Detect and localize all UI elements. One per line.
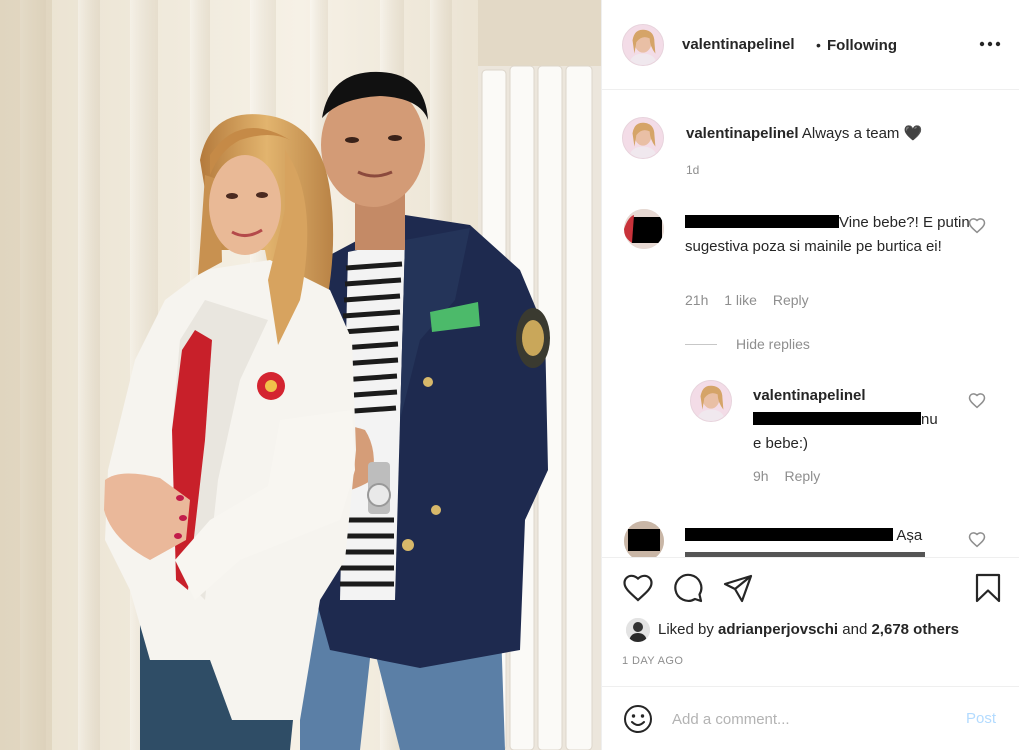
post-actions-bar bbox=[602, 557, 1019, 617]
more-options-icon[interactable] bbox=[978, 34, 1002, 54]
likes-conjunction: and bbox=[842, 621, 868, 638]
comment-time[interactable]: 21h bbox=[685, 292, 708, 308]
reply-body: nu e bebe:) bbox=[753, 408, 943, 456]
post-photo bbox=[0, 0, 601, 750]
separator-dot: • bbox=[816, 37, 821, 53]
liker-username[interactable]: adrianperjovschi bbox=[718, 621, 838, 638]
comment-likes-count[interactable]: 1 like bbox=[724, 292, 757, 308]
caption-text: valentinapelinel Always a team 🖤 bbox=[686, 124, 986, 142]
post-timestamp[interactable]: 1 DAY AGO bbox=[622, 655, 683, 667]
comment-meta: 21h 1 like Reply bbox=[685, 292, 821, 308]
redacted-mention bbox=[753, 412, 921, 425]
add-comment-bar: Post bbox=[602, 686, 1019, 750]
comment-body: Vine bebe?! E putin sugestiva poza si ma… bbox=[685, 211, 975, 259]
commenter-avatar[interactable] bbox=[624, 209, 664, 249]
comment-icon[interactable] bbox=[672, 572, 704, 604]
bookmark-icon[interactable] bbox=[972, 572, 1004, 604]
follow-status-button[interactable]: Following bbox=[827, 37, 897, 54]
replies-divider bbox=[685, 344, 717, 345]
commenter-avatar[interactable] bbox=[624, 521, 664, 557]
reply-text-line2: e bebe:) bbox=[753, 435, 809, 452]
reply-username[interactable]: valentinapelinel bbox=[753, 387, 866, 404]
redacted-username bbox=[685, 528, 893, 541]
heart-icon[interactable] bbox=[622, 572, 654, 604]
caption-username[interactable]: valentinapelinel bbox=[686, 125, 799, 142]
liker-avatar[interactable] bbox=[626, 618, 650, 642]
reply-meta: 9h Reply bbox=[753, 468, 832, 484]
likes-prefix: Liked by bbox=[658, 621, 714, 638]
reply-avatar[interactable] bbox=[690, 380, 732, 422]
comment-text: Așa bbox=[896, 527, 923, 544]
comments-list[interactable]: valentinapelinel Always a team 🖤 1d Vine… bbox=[602, 91, 1019, 557]
reply-text-line1: nu bbox=[921, 411, 938, 428]
comment-like-heart-icon[interactable] bbox=[968, 531, 986, 549]
reply-reply-button[interactable]: Reply bbox=[784, 468, 820, 484]
caption-body: Always a team bbox=[801, 125, 900, 142]
caption-avatar[interactable] bbox=[622, 117, 664, 159]
comment-like-heart-icon[interactable] bbox=[968, 217, 986, 235]
likes-others-link[interactable]: 2,678 others bbox=[871, 621, 959, 638]
author-username[interactable]: valentinapelinel bbox=[682, 36, 795, 53]
likes-text: Liked by adrianperjovschi and 2,678 othe… bbox=[658, 621, 959, 638]
emoji-icon[interactable] bbox=[622, 703, 654, 735]
caption-time[interactable]: 1d bbox=[686, 163, 699, 177]
hide-replies-button[interactable]: Hide replies bbox=[736, 336, 810, 352]
comment-reply-button[interactable]: Reply bbox=[773, 292, 809, 308]
share-icon[interactable] bbox=[722, 572, 754, 604]
post-comment-button[interactable]: Post bbox=[966, 710, 996, 727]
post-panel: valentinapelinel • Following valentinape… bbox=[601, 0, 1019, 750]
reply-time[interactable]: 9h bbox=[753, 468, 769, 484]
add-comment-input[interactable] bbox=[672, 707, 942, 731]
comment-body: Așa bbox=[685, 524, 975, 557]
author-avatar[interactable] bbox=[622, 24, 664, 66]
black-heart-emoji: 🖤 bbox=[903, 125, 923, 142]
redacted-username bbox=[685, 215, 839, 228]
reply-like-heart-icon[interactable] bbox=[968, 392, 986, 410]
post-header: valentinapelinel • Following bbox=[602, 0, 1019, 90]
